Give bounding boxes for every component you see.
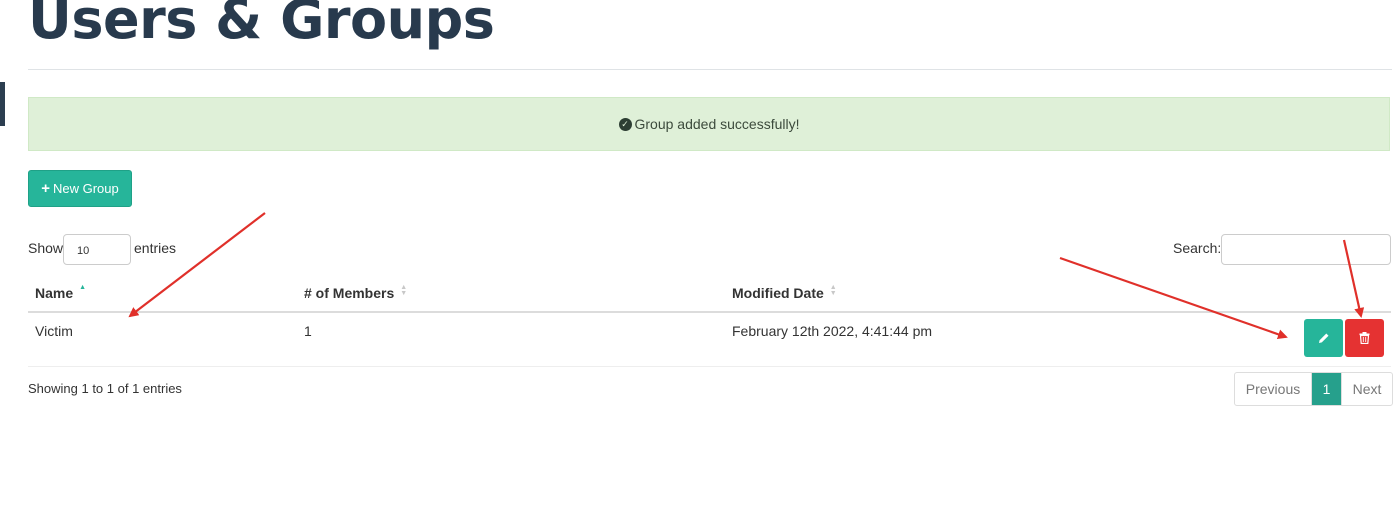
edit-group-button[interactable] [1304,319,1343,357]
check-circle-icon: ✓ [618,117,632,131]
page-title: Users & Groups [28,0,495,51]
title-divider [28,69,1392,70]
sort-icon: ▲ ▼ [400,284,408,297]
column-header-name[interactable]: Name ▲ [35,284,87,301]
new-group-label: New Group [53,181,119,196]
entries-label: entries [134,240,177,256]
previous-page-button[interactable]: Previous [1235,373,1312,405]
plus-icon: + [41,180,50,197]
sort-ascending-icon: ▲ [79,284,87,291]
trash-icon [1359,332,1370,344]
column-header-members[interactable]: # of Members ▲ ▼ [304,284,408,301]
new-group-button[interactable]: + New Group [28,170,132,207]
alert-message: Group added successfully! [634,116,800,132]
success-alert: ✓ Group added successfully! [28,97,1390,151]
table-header-divider [28,311,1391,313]
cell-members: 1 [304,323,312,339]
pagination: Previous 1 Next [1234,372,1393,406]
cell-name: Victim [35,323,73,339]
column-header-modified-date[interactable]: Modified Date ▲ ▼ [732,284,837,301]
annotation-arrow [1059,256,1288,340]
pencil-icon [1318,333,1328,343]
sidebar-edge [0,82,5,126]
cell-modified-date: February 12th 2022, 4:41:44 pm [732,323,933,339]
table-row-divider [28,366,1391,367]
show-label: Show [28,240,64,256]
page-1-button[interactable]: 1 [1312,373,1342,405]
search-label: Search: [1173,240,1222,256]
next-page-button[interactable]: Next [1342,373,1392,405]
delete-group-button[interactable] [1345,319,1384,357]
column-header-label: # of Members [304,285,395,301]
annotation-arrow [128,212,266,318]
column-header-label: Modified Date [732,285,824,301]
sort-icon: ▲ ▼ [829,284,837,297]
table-info: Showing 1 to 1 of 1 entries [28,381,182,396]
search-input[interactable] [1221,234,1391,265]
column-header-label: Name [35,285,74,301]
page-length-select[interactable]: 10 [63,234,131,265]
